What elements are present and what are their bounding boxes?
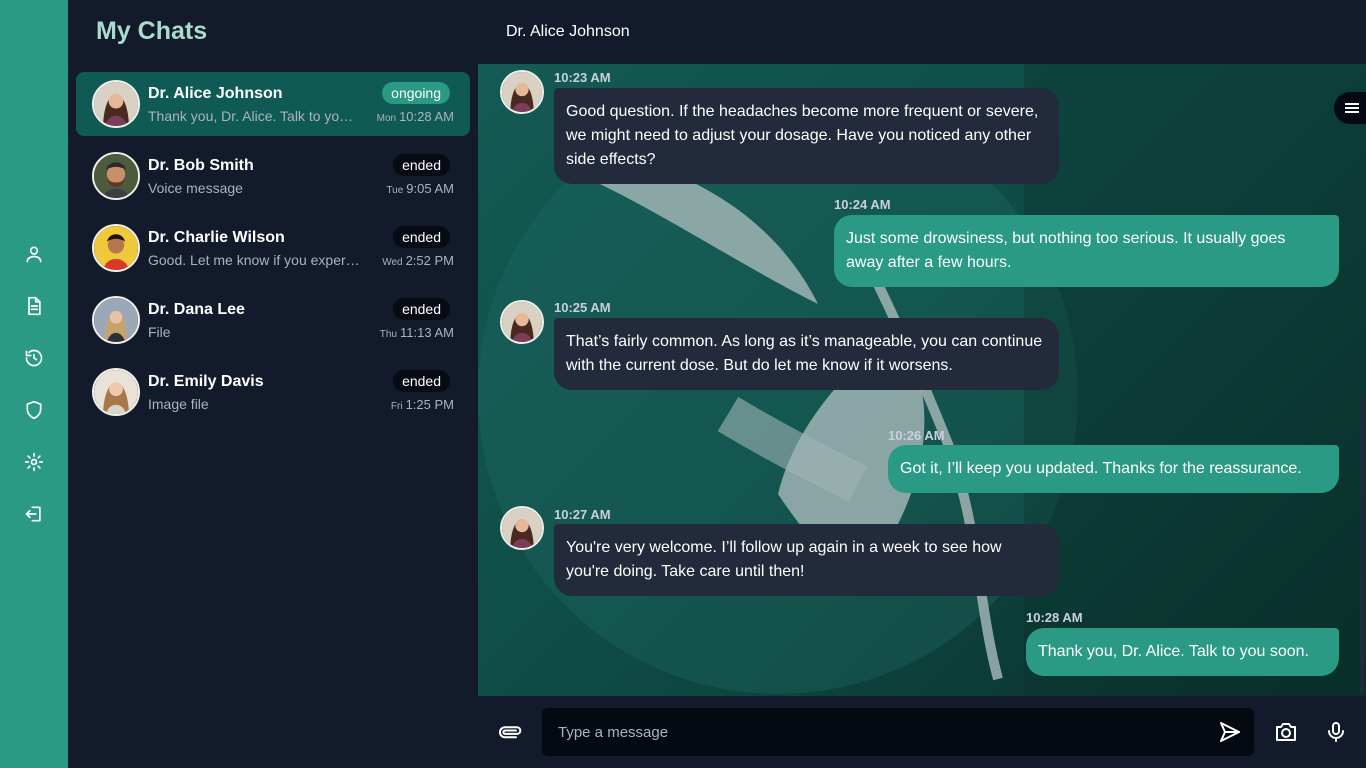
chat-timestamp: Wed 2:52 PM — [382, 253, 454, 268]
document-icon — [28, 296, 41, 316]
message-bubble-incoming: That’s fairly common. As long as it’s ma… — [554, 318, 1059, 390]
camera-icon — [1276, 723, 1296, 741]
avatar — [92, 368, 140, 416]
status-badge: ongoing — [382, 82, 450, 104]
history-button[interactable] — [22, 346, 46, 370]
chat-timestamp: Mon 10:28 AM — [376, 109, 454, 124]
chat-list-item[interactable]: Dr. Dana Lee File ended Thu 11:13 AM — [76, 288, 470, 352]
status-badge: ended — [393, 370, 450, 392]
logout-button[interactable] — [22, 502, 46, 526]
microphone-icon — [1328, 722, 1344, 742]
conversation-header: Dr. Alice Johnson — [478, 0, 1366, 64]
documents-button[interactable] — [22, 294, 46, 318]
message-bubble-outgoing: Just some drowsiness, but nothing too se… — [834, 215, 1339, 287]
chat-preview: Good. Let me know if you experience any … — [148, 252, 360, 268]
paperclip-icon — [499, 726, 522, 739]
composer-bar — [478, 696, 1366, 768]
chat-list-item[interactable]: Dr. Bob Smith Voice message ended Tue 9:0… — [76, 144, 470, 208]
status-badge: ended — [393, 298, 450, 320]
chat-name: Dr. Charlie Wilson — [148, 229, 285, 246]
chat-timestamp: Thu 11:13 AM — [379, 325, 454, 340]
security-button[interactable] — [22, 398, 46, 422]
chat-menu-button[interactable] — [1334, 92, 1366, 124]
chat-list-item[interactable]: Dr. Alice Johnson Thank you, Dr. Alice. … — [76, 72, 470, 136]
chat-list-item[interactable]: Dr. Emily Davis Image file ended Fri 1:25… — [76, 360, 470, 424]
avatar — [92, 224, 140, 272]
message-timestamp: 10:26 AM — [888, 428, 945, 443]
chat-name: Dr. Bob Smith — [148, 157, 254, 174]
chat-name: Dr. Dana Lee — [148, 301, 245, 318]
message-timestamp: 10:24 AM — [834, 197, 891, 212]
chat-preview: File — [148, 324, 171, 340]
conversation-title: Dr. Alice Johnson — [506, 23, 630, 40]
message-timestamp: 10:23 AM — [554, 70, 611, 85]
avatar — [92, 152, 140, 200]
message-input[interactable] — [542, 708, 1254, 756]
chat-preview: Image file — [148, 396, 209, 412]
chat-preview: Thank you, Dr. Alice. Talk to you soon. — [148, 108, 360, 124]
chat-timestamp: Fri 1:25 PM — [390, 397, 454, 412]
attach-button[interactable] — [498, 720, 522, 744]
avatar — [92, 296, 140, 344]
microphone-button[interactable] — [1324, 720, 1348, 744]
chat-name: Dr. Emily Davis — [148, 373, 264, 390]
shield-icon — [26, 400, 42, 420]
chat-list-panel: My Chats Dr. Alice Johnson Thank you, Dr… — [68, 0, 478, 768]
avatar — [500, 506, 544, 550]
chat-list-item[interactable]: Dr. Charlie Wilson Good. Let me know if … — [76, 216, 470, 280]
user-icon — [26, 246, 42, 263]
status-badge: ended — [393, 154, 450, 176]
message-timestamp: 10:27 AM — [554, 507, 611, 522]
gear-icon — [24, 452, 44, 472]
message-bubble-outgoing: Got it, I’ll keep you updated. Thanks fo… — [888, 445, 1339, 493]
avatar — [500, 300, 544, 344]
camera-button[interactable] — [1274, 720, 1298, 744]
message-bubble-incoming: You're very welcome. I’ll follow up agai… — [554, 524, 1059, 596]
chat-name: Dr. Alice Johnson — [148, 85, 283, 102]
message-bubble-outgoing: Thank you, Dr. Alice. Talk to you soon. — [1026, 628, 1339, 676]
page-title: My Chats — [96, 17, 208, 45]
avatar — [500, 70, 544, 114]
scrollbar[interactable] — [1360, 394, 1364, 694]
menu-icon — [1345, 101, 1359, 115]
profile-button[interactable] — [22, 242, 46, 266]
settings-button[interactable] — [22, 450, 46, 474]
chat-timestamp: Tue 9:05 AM — [386, 181, 454, 196]
message-area[interactable]: 10:23 AM Good question. If the headaches… — [478, 64, 1366, 696]
avatar — [92, 80, 140, 128]
logout-icon — [25, 506, 41, 522]
icon-rail — [0, 0, 68, 768]
history-icon — [25, 349, 43, 367]
status-badge: ended — [393, 226, 450, 248]
chat-preview: Voice message — [148, 180, 243, 196]
message-timestamp: 10:25 AM — [554, 300, 611, 315]
message-bubble-incoming: Good question. If the headaches become m… — [554, 88, 1059, 184]
message-timestamp: 10:28 AM — [1026, 610, 1083, 625]
send-icon — [1220, 722, 1240, 742]
send-button[interactable] — [1218, 720, 1242, 744]
